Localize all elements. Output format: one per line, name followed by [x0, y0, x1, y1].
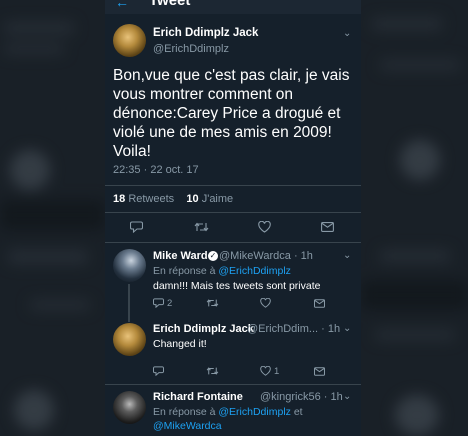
retweets-label: Retweets: [128, 193, 175, 205]
reply-avatar[interactable]: [113, 249, 146, 282]
likes-label: J'aime: [201, 193, 234, 205]
mention-link[interactable]: @MikeWardca: [153, 420, 222, 432]
reply-prefix: En réponse à: [153, 265, 216, 277]
retweets-stat[interactable]: 18 Retweets: [113, 193, 174, 205]
author-avatar[interactable]: [113, 24, 146, 57]
tweet-time: 22:35: [113, 164, 141, 176]
reply-context: En réponse à @ErichDdimplz et: [153, 406, 303, 418]
reply-author-name[interactable]: Erich Ddimplz Jack: [153, 323, 254, 335]
chevron-down-icon[interactable]: ⌄: [343, 391, 351, 402]
reply-author-name[interactable]: Mike Ward: [153, 250, 208, 262]
divider: [105, 212, 361, 213]
reply-text: Changed it!: [153, 338, 207, 350]
reply-meta: @ErichDdim... · 1h: [247, 323, 340, 335]
reply-author-name[interactable]: Richard Fontaine: [153, 391, 243, 403]
tweet-stats: 18 Retweets 10 J'aime: [113, 193, 233, 205]
separator-dot: ·: [290, 250, 301, 262]
heart-icon[interactable]: [260, 298, 271, 308]
reply-author-handle[interactable]: @MikeWardca: [219, 250, 291, 262]
reply-meta: @kingrick56 · 1h: [260, 391, 343, 403]
reply-icon[interactable]: [153, 298, 164, 308]
mention-link[interactable]: @ErichDdimplz: [218, 265, 291, 277]
mention-joiner: et: [293, 406, 303, 418]
reply-icon[interactable]: [153, 366, 164, 376]
reply-prefix: En réponse à: [153, 406, 216, 418]
divider: [105, 384, 361, 385]
reply-text: damn!!! Mais tes tweets sont private: [153, 280, 321, 292]
reply-age: 1h: [300, 250, 313, 262]
envelope-icon[interactable]: [314, 367, 325, 376]
chevron-down-icon[interactable]: ⌄: [343, 323, 351, 334]
reply-context-continued: @MikeWardca: [153, 420, 222, 432]
retweet-icon[interactable]: [206, 366, 219, 376]
reply-context: En réponse à @ErichDdimplz: [153, 265, 291, 277]
tweet-text: Bon,vue que c'est pas clair, je vais vou…: [113, 67, 350, 160]
reply-author-handle[interactable]: @kingrick56: [260, 391, 321, 403]
divider: [105, 185, 361, 186]
left-shade: [0, 0, 105, 436]
retweet-icon[interactable]: [206, 298, 219, 308]
envelope-icon[interactable]: [321, 222, 334, 232]
reply-count: 2: [167, 298, 173, 309]
like-count: 1: [274, 366, 280, 377]
mention-link[interactable]: @ErichDdimplz: [218, 406, 291, 418]
chevron-down-icon[interactable]: ⌄: [343, 250, 351, 261]
reply-age: 1h: [330, 391, 343, 403]
tweet-date: 22 oct. 17: [150, 164, 199, 176]
likes-stat[interactable]: 10 J'aime: [186, 193, 233, 205]
heart-icon[interactable]: [258, 221, 271, 233]
top-bar: ← Tweet: [105, 0, 361, 14]
page-title: Tweet: [149, 0, 191, 9]
tweet-timestamp: 22:35 · 22 oct. 17: [113, 164, 199, 176]
thread-line: [128, 284, 130, 322]
reply-age: 1h: [327, 323, 341, 335]
envelope-icon[interactable]: [314, 299, 325, 308]
retweet-icon[interactable]: [194, 221, 209, 233]
reply-icon[interactable]: [130, 221, 143, 233]
right-shade: [361, 0, 468, 436]
back-arrow-icon[interactable]: ←: [115, 0, 129, 10]
divider: [105, 242, 361, 243]
separator-dot: ·: [318, 323, 328, 335]
reply-meta: @MikeWardca · 1h: [219, 250, 313, 262]
verified-badge-icon: ✓: [208, 251, 218, 261]
author-handle[interactable]: @ErichDdimplz: [153, 43, 229, 55]
reply-author-handle[interactable]: @ErichDdim...: [247, 323, 318, 335]
tweet-detail-screen: ← Tweet Erich Ddimplz Jack @ErichDdimplz…: [105, 0, 361, 436]
likes-count: 10: [186, 193, 199, 205]
chevron-down-icon[interactable]: ⌄: [343, 28, 351, 39]
reply-avatar[interactable]: [113, 323, 146, 356]
heart-icon[interactable]: [260, 366, 271, 376]
reply-avatar[interactable]: [113, 391, 146, 424]
retweets-count: 18: [113, 193, 126, 205]
author-name[interactable]: Erich Ddimplz Jack: [153, 27, 258, 39]
